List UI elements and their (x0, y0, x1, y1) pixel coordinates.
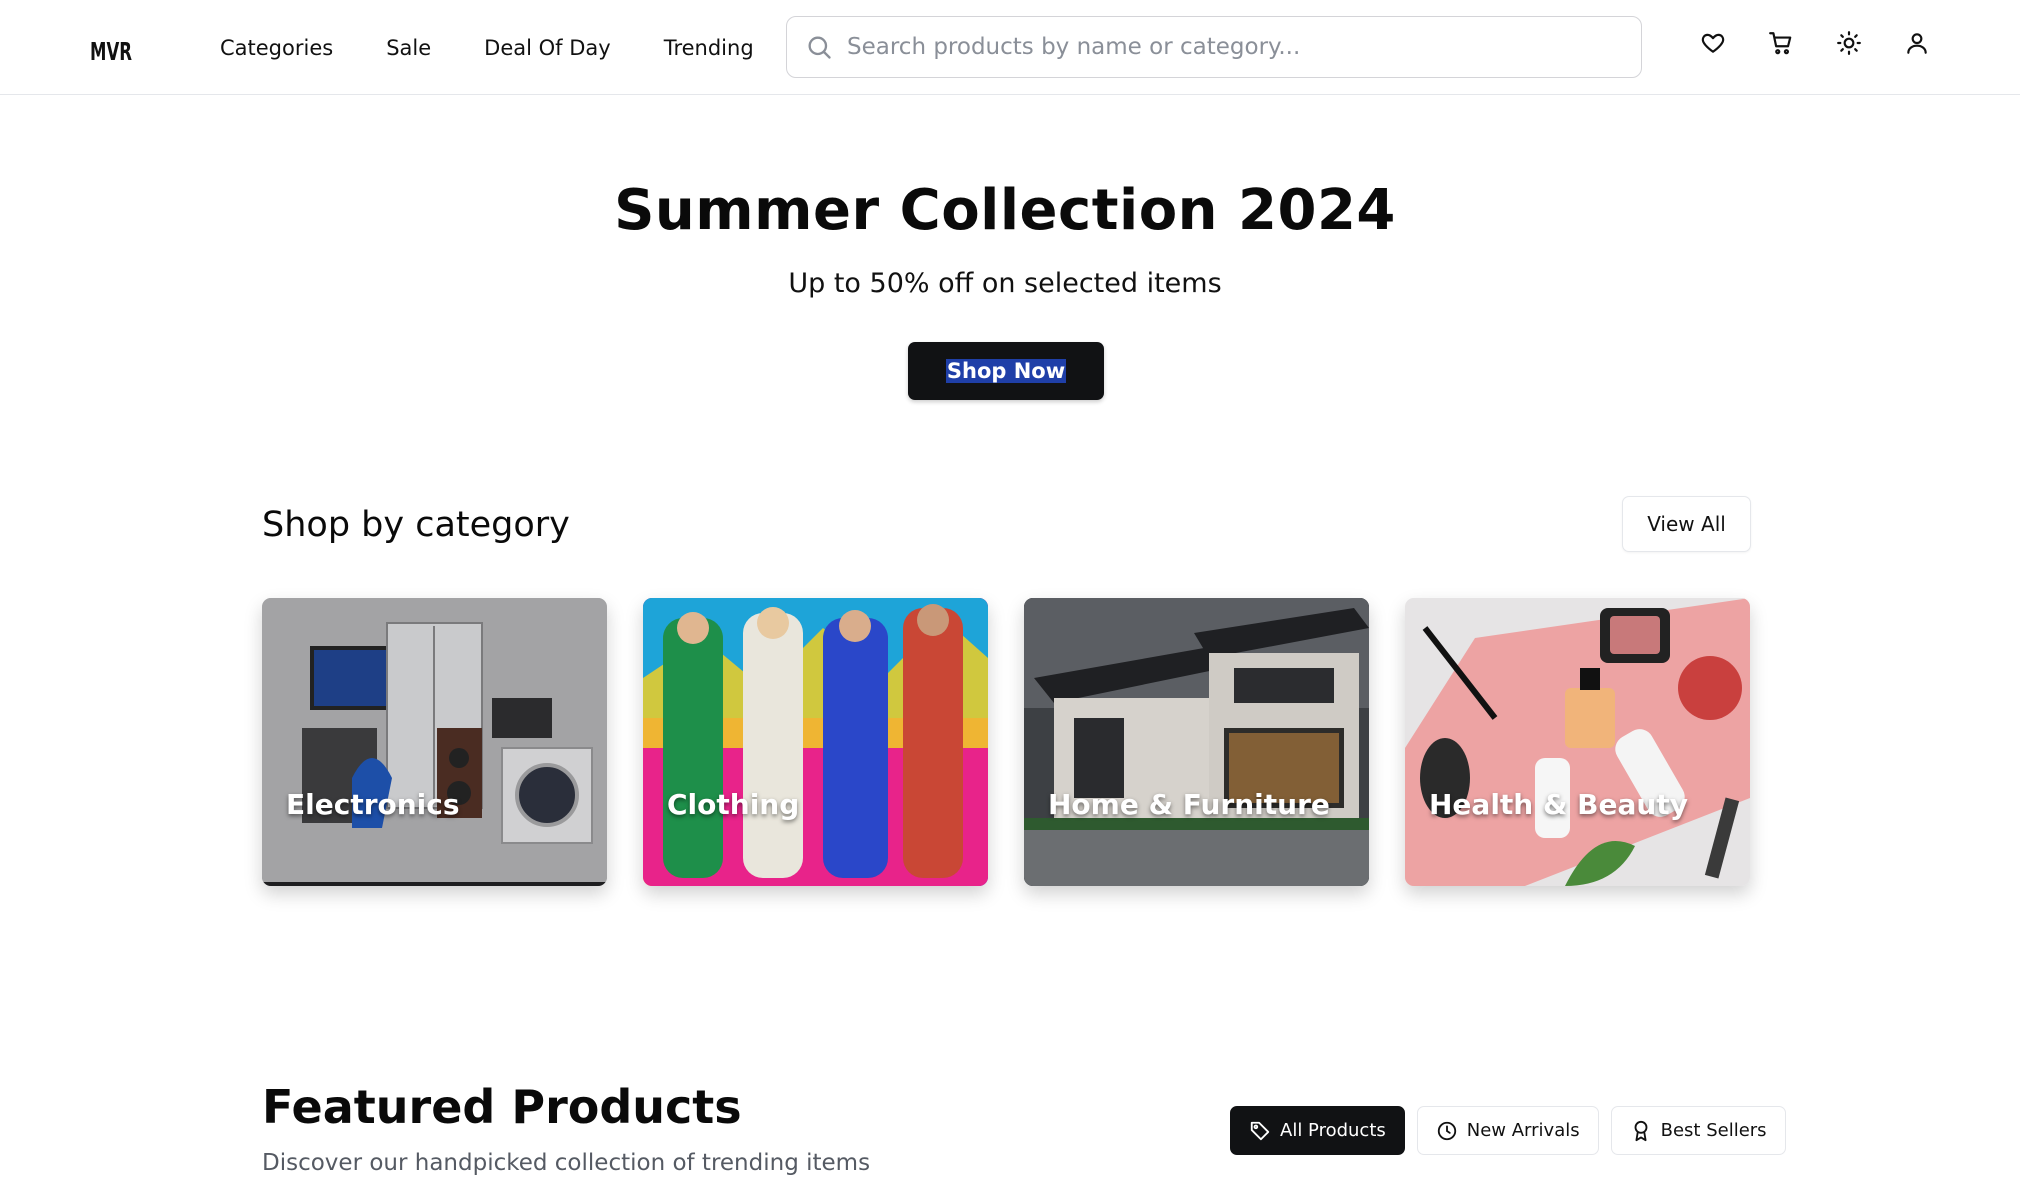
filter-label: New Arrivals (1466, 1120, 1580, 1141)
search-icon (808, 36, 831, 59)
filter-best-sellers[interactable]: Best Sellers (1610, 1106, 1786, 1155)
category-cards: Electronics Clothing Home & Furniture He… (262, 598, 1750, 886)
filter-new-arrivals[interactable]: New Arrivals (1416, 1106, 1599, 1155)
nav-trending[interactable]: Trending (664, 36, 754, 60)
category-label: Health & Beauty (1429, 788, 1688, 821)
header-actions (1700, 30, 1930, 56)
shop-now-button[interactable]: Shop Now (908, 342, 1104, 400)
top-header: MVR Categories Sale Deal Of Day Trending (0, 0, 2020, 95)
category-card-electronics[interactable]: Electronics (262, 598, 607, 886)
clothing-image (643, 598, 988, 886)
category-section-title: Shop by category (262, 505, 570, 545)
theme-toggle[interactable] (1836, 30, 1862, 56)
filter-label: Best Sellers (1660, 1120, 1767, 1141)
featured-subtitle: Discover our handpicked collection of tr… (262, 1150, 871, 1176)
cart-button[interactable] (1768, 30, 1794, 56)
filter-label: All Products (1280, 1120, 1386, 1141)
home-furniture-image (1024, 598, 1369, 886)
heart-icon (1701, 33, 1725, 53)
featured-title: Featured Products (262, 1080, 742, 1134)
sun-icon (1837, 31, 1861, 55)
award-icon (1634, 1120, 1648, 1141)
search-input[interactable] (847, 34, 1607, 60)
hero-title: Summer Collection 2024 (614, 178, 1396, 243)
wishlist-button[interactable] (1700, 30, 1726, 56)
category-card-home-furniture[interactable]: Home & Furniture (1024, 598, 1369, 886)
nav-deal-of-day[interactable]: Deal Of Day (484, 36, 611, 60)
nav-sale[interactable]: Sale (386, 36, 431, 60)
view-all-button[interactable]: View All (1622, 496, 1751, 552)
filter-all-products[interactable]: All Products (1230, 1106, 1405, 1155)
main-nav: Categories Sale Deal Of Day Trending (220, 0, 754, 95)
logo[interactable]: MVR (90, 28, 134, 68)
logo-text: MVR (90, 37, 132, 66)
account-button[interactable] (1904, 30, 1930, 56)
user-icon (1907, 33, 1927, 54)
category-label: Home & Furniture (1048, 788, 1330, 821)
cart-icon (1769, 32, 1792, 55)
category-label: Clothing (667, 788, 800, 821)
health-beauty-image (1405, 598, 1750, 886)
clock-icon (1437, 1121, 1456, 1140)
electronics-image (262, 598, 607, 886)
hero-subtitle: Up to 50% off on selected items (788, 268, 1222, 299)
category-card-clothing[interactable]: Clothing (643, 598, 988, 886)
shop-now-label: Shop Now (945, 359, 1067, 383)
product-filters: All Products New Arrivals Best Sellers (1230, 1106, 1786, 1155)
category-label: Electronics (286, 788, 460, 821)
search-bar[interactable] (786, 16, 1642, 78)
tag-icon (1250, 1121, 1270, 1140)
category-card-health-beauty[interactable]: Health & Beauty (1405, 598, 1750, 886)
nav-categories[interactable]: Categories (220, 36, 333, 60)
